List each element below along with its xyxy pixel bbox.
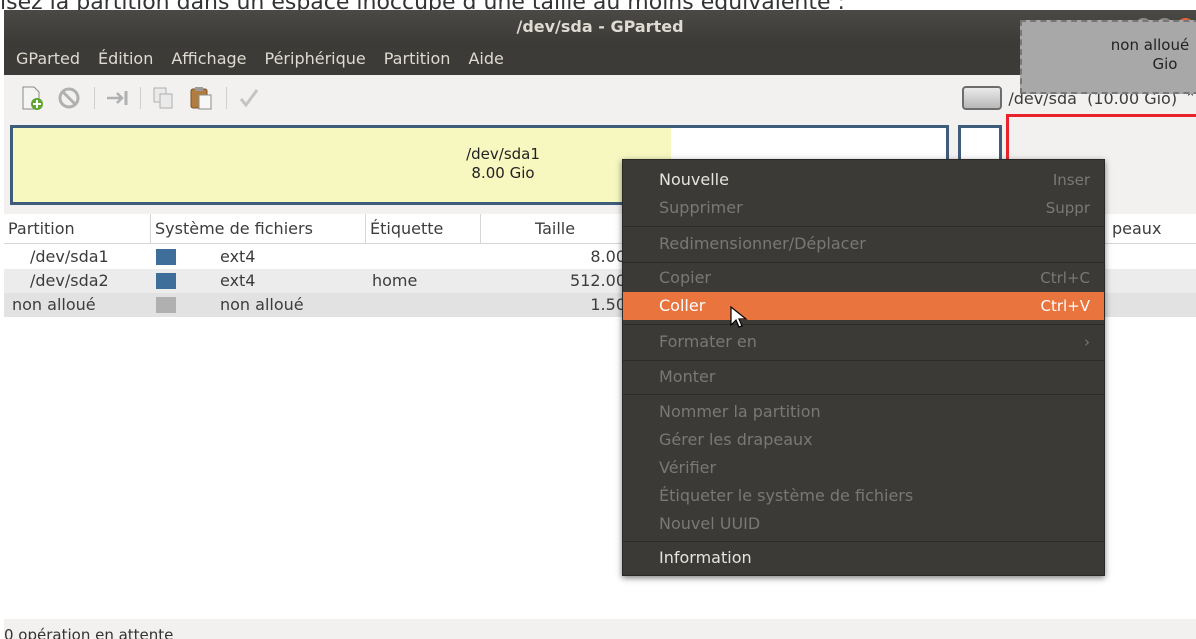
menu-separator [623, 360, 1104, 361]
column-header-filesystem[interactable]: Système de fichiers [151, 214, 366, 244]
cell-partition: non alloué [12, 295, 96, 314]
cell-label: home [372, 271, 418, 290]
menubar: GParted Édition Affichage Périphérique P… [4, 43, 1196, 75]
toolbar-separator [140, 87, 141, 109]
unallocated-block-name: non alloué [1110, 36, 1190, 54]
menu-item-information[interactable]: Information [623, 544, 1104, 572]
menu-separator [623, 541, 1104, 542]
toolbar-separator [94, 87, 95, 109]
mouse-cursor-icon [730, 306, 748, 328]
menu-item-accel: Inser [1052, 171, 1090, 189]
window-title: /dev/sda - GParted [516, 17, 684, 36]
cell-filesystem: non alloué [220, 295, 304, 314]
menu-item-label: Nouvel UUID [659, 514, 761, 533]
delete-icon[interactable] [56, 85, 82, 111]
menu-item-nommer-partition[interactable]: Nommer la partition [623, 398, 1104, 426]
menu-separator [623, 262, 1104, 263]
status-bar: 0 opération en attente [4, 621, 1196, 639]
paste-icon[interactable] [188, 85, 214, 111]
menu-item-coller[interactable]: Coller Ctrl+V [623, 292, 1104, 320]
column-header-flags[interactable]: peaux [1108, 214, 1196, 244]
menu-separator [623, 324, 1104, 325]
menu-item-gerer-drapeaux[interactable]: Gérer les drapeaux [623, 426, 1104, 454]
menu-item-label: Vérifier [659, 458, 717, 477]
fs-color-swatch [156, 273, 176, 289]
column-header-size[interactable]: Taille [481, 214, 626, 244]
menu-item-nouvel-uuid[interactable]: Nouvel UUID [623, 510, 1104, 538]
menu-item-accel: Ctrl+V [1040, 297, 1090, 315]
menu-item-redimensionner[interactable]: Redimensionner/Déplacer [623, 230, 1104, 258]
resize-icon[interactable] [104, 85, 130, 111]
menu-item-label: Supprimer [659, 198, 743, 217]
menu-item-accel: Ctrl+C [1040, 269, 1090, 287]
cell-size: 1.50 [590, 295, 626, 314]
disk-icon [962, 86, 1003, 110]
partition-block-unallocated[interactable]: non alloué Gio [1020, 20, 1196, 94]
menu-item-verifier[interactable]: Vérifier [623, 454, 1104, 482]
menu-item-label: Information [659, 548, 752, 567]
menu-item-label: Monter [659, 367, 716, 386]
menu-item-etiqueter-fs[interactable]: Étiqueter le système de fichiers [623, 482, 1104, 510]
fs-color-swatch [156, 297, 176, 313]
menu-partition[interactable]: Partition [375, 43, 460, 75]
menu-separator [623, 394, 1104, 395]
menu-item-label: Coller [659, 296, 706, 315]
menu-affichage[interactable]: Affichage [162, 43, 255, 75]
menu-item-label: Nommer la partition [659, 402, 821, 421]
menu-item-label: Gérer les drapeaux [659, 430, 813, 449]
menu-item-formater-en[interactable]: Formater en › [623, 328, 1104, 356]
menu-gparted[interactable]: GParted [4, 43, 89, 75]
cell-size: 512.00 [570, 271, 626, 290]
cell-filesystem: ext4 [220, 271, 256, 290]
menu-item-label: Redimensionner/Déplacer [659, 234, 866, 253]
toolbar-separator [226, 87, 227, 109]
column-header-partition[interactable]: Partition [4, 214, 151, 244]
menu-separator [623, 226, 1104, 227]
menu-item-supprimer[interactable]: Supprimer Suppr [623, 194, 1104, 222]
menu-peripherique[interactable]: Périphérique [256, 43, 375, 75]
new-icon[interactable] [18, 85, 44, 111]
cell-size: 8.00 [590, 247, 626, 266]
context-menu: Nouvelle Inser Supprimer Suppr Redimensi… [622, 159, 1105, 576]
apply-icon[interactable] [236, 85, 262, 111]
cell-partition: /dev/sda2 [30, 271, 109, 290]
menu-item-label: Nouvelle [659, 170, 729, 189]
menu-item-copier[interactable]: Copier Ctrl+C [623, 264, 1104, 292]
fs-color-swatch [156, 249, 176, 265]
menu-item-label: Formater en [659, 332, 757, 351]
copy-icon[interactable] [150, 85, 176, 111]
menu-aide[interactable]: Aide [459, 43, 512, 75]
cell-partition: /dev/sda1 [30, 247, 109, 266]
unallocated-block-size: Gio [1152, 55, 1178, 73]
menu-item-nouvelle[interactable]: Nouvelle Inser [623, 166, 1104, 194]
cell-filesystem: ext4 [220, 247, 256, 266]
toolbar: /dev/sda (10.00 Gio) ⌃ [4, 75, 1196, 119]
menu-item-label: Étiqueter le système de fichiers [659, 486, 914, 505]
submenu-arrow-icon: › [1084, 333, 1090, 351]
menu-item-monter[interactable]: Monter [623, 363, 1104, 391]
window-titlebar: /dev/sda - GParted – ▫ ✕ [4, 10, 1196, 43]
menu-edition[interactable]: Édition [89, 43, 162, 75]
menu-item-accel: Suppr [1045, 199, 1090, 217]
column-header-label[interactable]: Étiquette [366, 214, 481, 244]
menu-item-label: Copier [659, 268, 711, 287]
